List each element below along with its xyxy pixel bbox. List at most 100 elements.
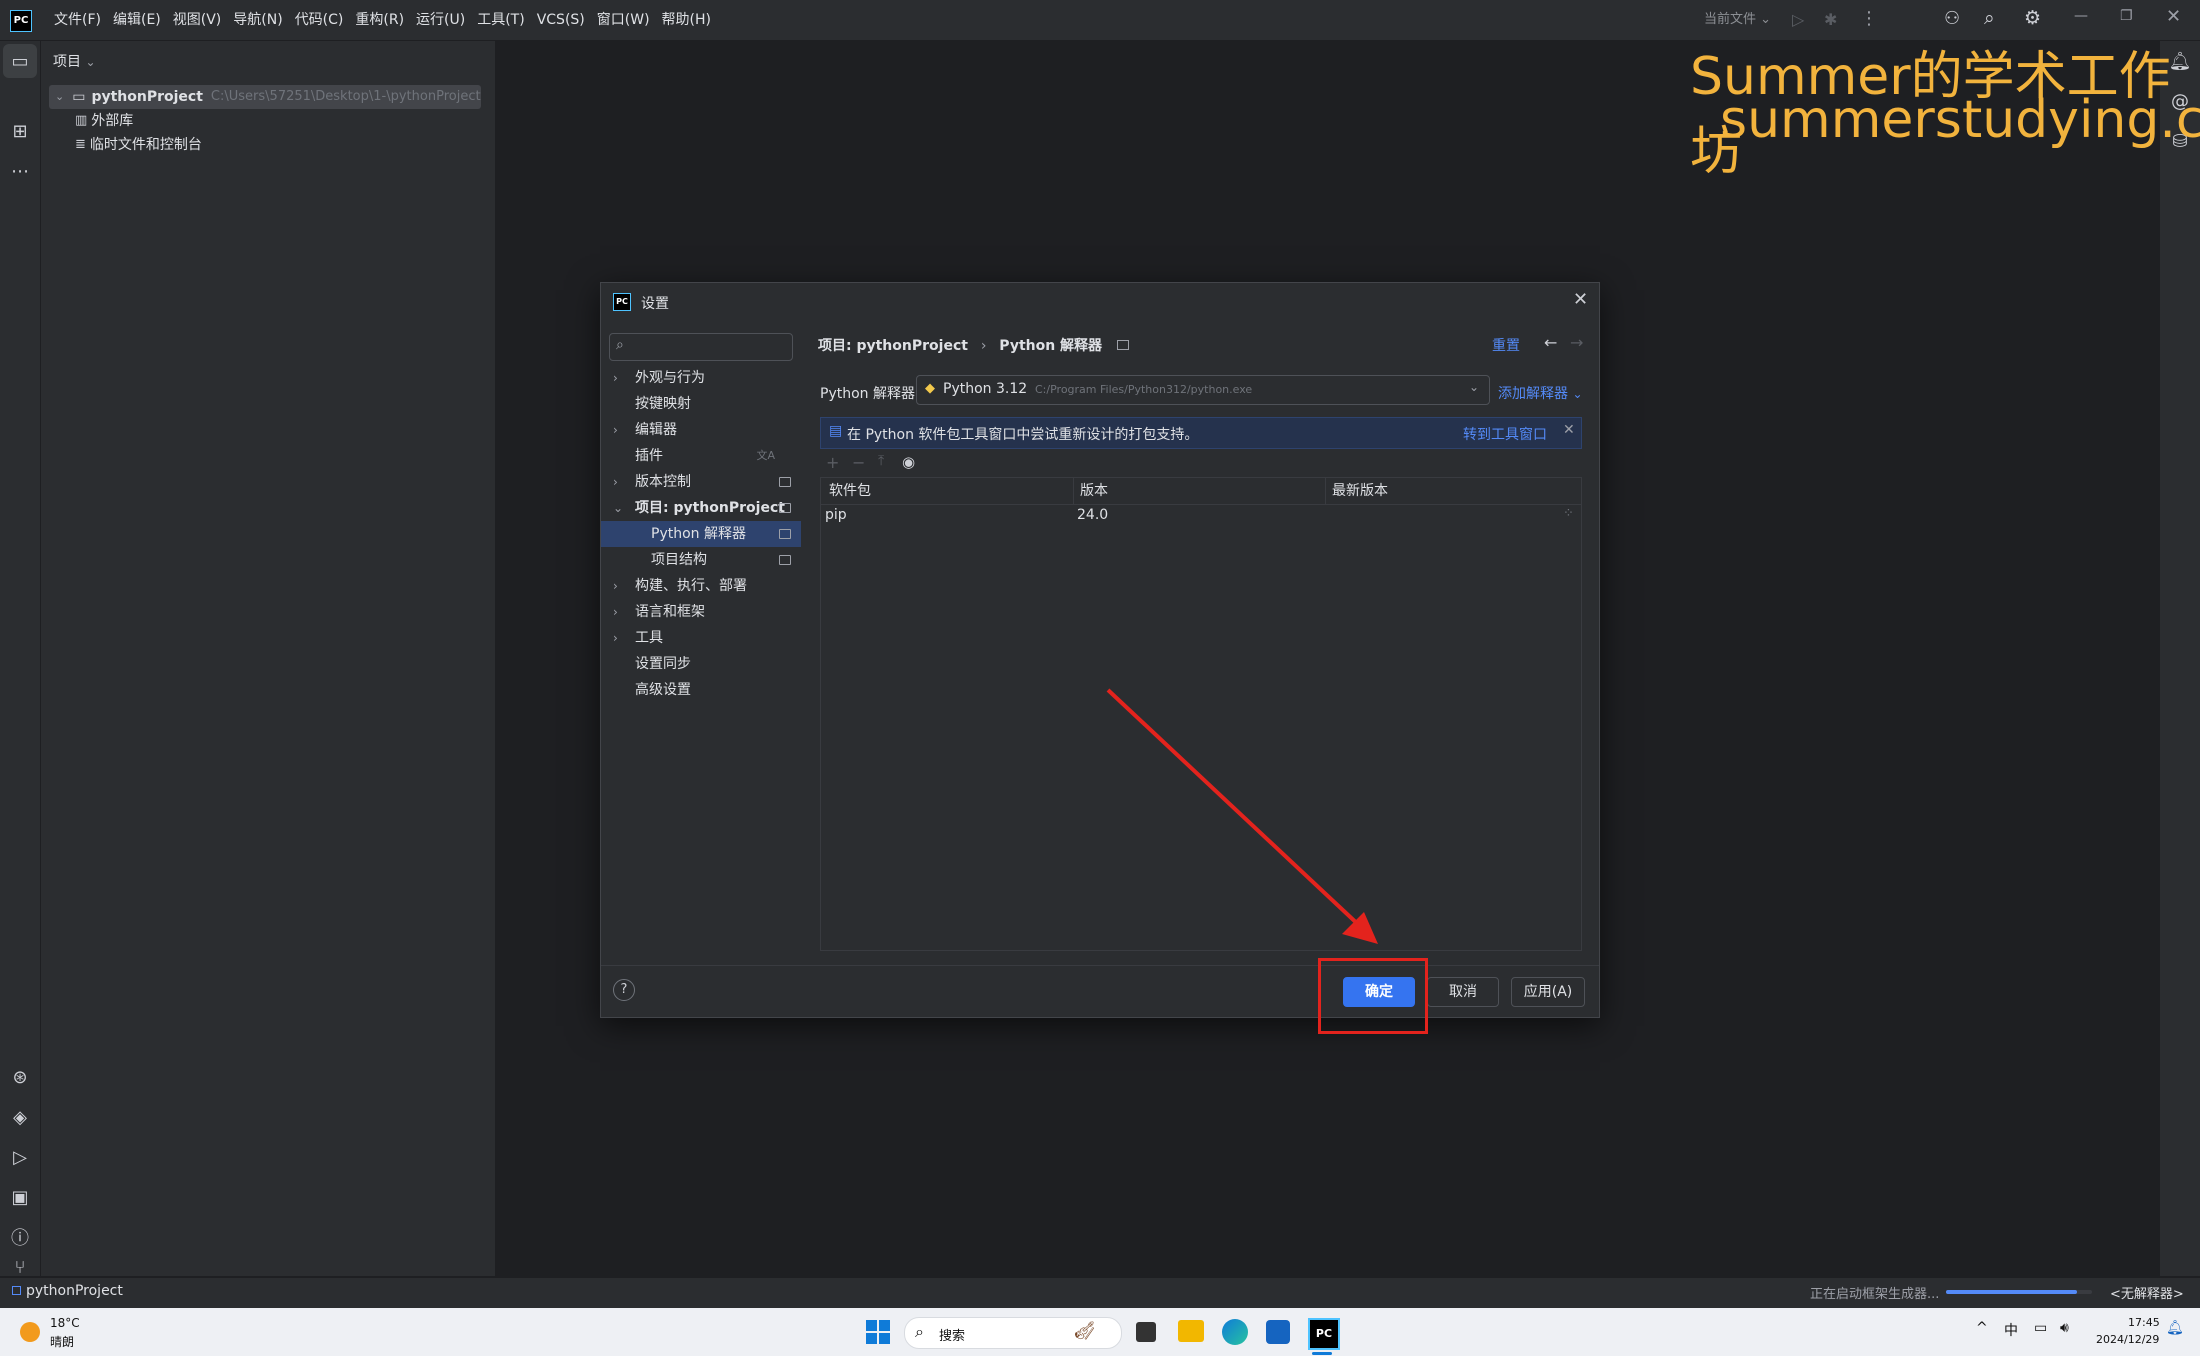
search-icon[interactable]: ⌕ [1984,7,1995,29]
store-icon[interactable] [1266,1320,1290,1344]
chevron-right-icon: › [613,579,618,593]
table-row[interactable]: pip 24.0 ⁘ [821,504,1581,528]
settings-gear-icon[interactable]: ⚙ [2024,7,2041,29]
search-icon: ⌕ [616,337,624,353]
chevron-up-icon[interactable]: ^ [1976,1320,1988,1336]
structure-icon[interactable]: ⊞ [0,111,40,151]
interpreter-path: C:/Program Files/Python312/python.exe [1035,383,1253,396]
tree-root-row[interactable]: ⌄ ▭ pythonProject C:\Users\57251\Desktop… [49,85,481,109]
more-actions-icon[interactable]: ⋮ [1860,8,1878,29]
add-interpreter-link[interactable]: 添加解释器 ⌄ [1498,383,1583,403]
menu-code[interactable]: 代码(C) [289,0,350,40]
services-icon[interactable]: ▷ [0,1137,40,1177]
add-icon[interactable]: + [826,453,839,472]
menu-window[interactable]: 窗口(W) [591,0,656,40]
show-early-releases-eye-icon[interactable]: ◉ [902,453,915,471]
nav-project-structure[interactable]: 项目结构 [601,547,801,573]
status-interpreter[interactable]: <无解释器> [2110,1283,2184,1302]
column-header-package[interactable]: 软件包 [829,478,871,504]
run-icon[interactable]: ▷ [1792,10,1804,29]
menu-refactor[interactable]: 重构(R) [349,0,410,40]
nav-advanced[interactable]: 高级设置 [601,677,801,703]
menu-run[interactable]: 运行(U) [410,0,471,40]
annotation-arrow [1106,688,1378,944]
clock-time[interactable]: 17:45 [2128,1316,2160,1329]
problems-icon[interactable]: ⓘ [0,1217,40,1257]
minimize-icon[interactable]: — [2074,8,2088,24]
windows-taskbar: 18°C 晴朗 ⌕ 搜索 🎻︎ PC ^ 中 ▭ 🔊︎ 17:45 2024/1… [0,1308,2200,1356]
file-explorer-icon[interactable] [1178,1320,1204,1342]
project-folder-icon[interactable]: ▭ [3,44,37,78]
menu-view[interactable]: 视图(V) [167,0,228,40]
network-icon[interactable]: ▭ [2034,1320,2047,1336]
windows-start-icon[interactable] [866,1320,890,1344]
menu-file[interactable]: 文件(F) [48,0,107,40]
menu-navigate[interactable]: 导航(N) [227,0,288,40]
menu-help[interactable]: 帮助(H) [656,0,717,40]
taskbar-search[interactable]: ⌕ 搜索 🎻︎ [904,1317,1122,1349]
debug-icon[interactable]: ✱ [1824,10,1837,29]
back-arrow-icon[interactable]: ← [1544,333,1557,352]
weather-sun-icon[interactable] [20,1322,40,1342]
nav-build[interactable]: › 构建、执行、部署 [601,573,801,599]
pycharm-taskbar-icon[interactable]: PC [1308,1318,1340,1350]
volume-icon[interactable]: 🔊︎ [2060,1320,2069,1336]
add-user-icon[interactable]: ⚇ [1944,8,1960,29]
more-tools-icon[interactable]: ⋯ [0,151,40,191]
help-button[interactable]: ? [613,979,635,1001]
project-panel-title[interactable]: 项目 ⌄ [53,51,96,71]
nav-tools[interactable]: › 工具 [601,625,801,651]
nav-editor[interactable]: › 编辑器 [601,417,801,443]
settings-search-input[interactable] [636,336,790,358]
nav-languages[interactable]: › 语言和框架 [601,599,801,625]
nav-vcs[interactable]: › 版本控制 [601,469,801,495]
column-header-version[interactable]: 版本 [1073,478,1108,504]
menu-edit[interactable]: 编辑(E) [107,0,167,40]
terminal-icon[interactable]: ▣ [0,1177,40,1217]
chevron-down-icon[interactable]: ⌄ [55,85,64,109]
project-panel: 项目 ⌄ ⌄ ▭ pythonProject C:\Users\57251\De… [41,41,496,1276]
layers-icon[interactable]: ◈ [0,1097,40,1137]
tree-item-external-libs[interactable]: ▥ 外部库 [75,109,133,133]
remove-icon[interactable]: − [852,453,865,472]
dialog-close-icon[interactable]: ✕ [1573,289,1588,310]
loading-spinner-icon: ⁘ [1563,506,1574,521]
nav-plugins[interactable]: 插件 文A [601,443,801,469]
chevron-right-icon: › [613,605,618,619]
cancel-button[interactable]: 取消 [1427,977,1499,1007]
git-icon[interactable]: ⑂ [0,1257,40,1278]
column-header-latest[interactable]: 最新版本 [1325,478,1388,504]
nav-keymap[interactable]: 按键映射 [601,391,801,417]
forward-arrow-icon[interactable]: → [1570,333,1583,352]
notification-bell-icon[interactable]: 🔔︎ [2166,1320,2184,1336]
restore-icon[interactable]: ❐ [2120,8,2133,24]
nav-python-interpreter[interactable]: Python 解释器 [601,521,801,547]
breadcrumb-parent[interactable]: 项目: pythonProject [818,338,968,354]
menu-vcs[interactable]: VCS(S) [531,0,591,40]
nav-settings-sync[interactable]: 设置同步 [601,651,801,677]
task-view-icon[interactable] [1136,1322,1156,1342]
python-packages-icon[interactable]: ⊛ [0,1057,40,1097]
module-icon [12,1286,21,1295]
project-scope-icon [779,529,791,539]
settings-search-field[interactable]: ⌕ [609,333,793,361]
table-header: 软件包 版本 最新版本 [821,478,1581,505]
annotation-arrow-line [1106,688,1364,930]
interpreter-select[interactable]: ◆ Python 3.12 C:/Program Files/Python312… [916,375,1490,405]
upgrade-icon[interactable]: ⤒ [878,453,884,469]
apply-button[interactable]: 应用(A) [1511,977,1585,1007]
close-window-icon[interactable]: ✕ [2166,6,2181,27]
banner-close-icon[interactable]: ✕ [1563,422,1575,438]
edge-browser-icon[interactable] [1222,1319,1248,1345]
pycharm-logo-icon[interactable]: PC [10,10,32,32]
banner-link[interactable]: 转到工具窗口 [1463,424,1547,444]
status-task[interactable]: 正在启动框架生成器... [1810,1283,1939,1302]
nav-appearance[interactable]: › 外观与行为 [601,365,801,391]
reset-link[interactable]: 重置 [1492,335,1520,355]
nav-project[interactable]: ⌄ 项目: pythonProject [601,495,801,521]
status-project[interactable]: pythonProject [26,1283,123,1299]
ime-indicator[interactable]: 中 [2004,1320,2018,1340]
menu-tools[interactable]: 工具(T) [471,0,530,40]
tree-item-scratches[interactable]: ≣ 临时文件和控制台 [75,133,202,157]
clock-date[interactable]: 2024/12/29 [2096,1333,2159,1346]
